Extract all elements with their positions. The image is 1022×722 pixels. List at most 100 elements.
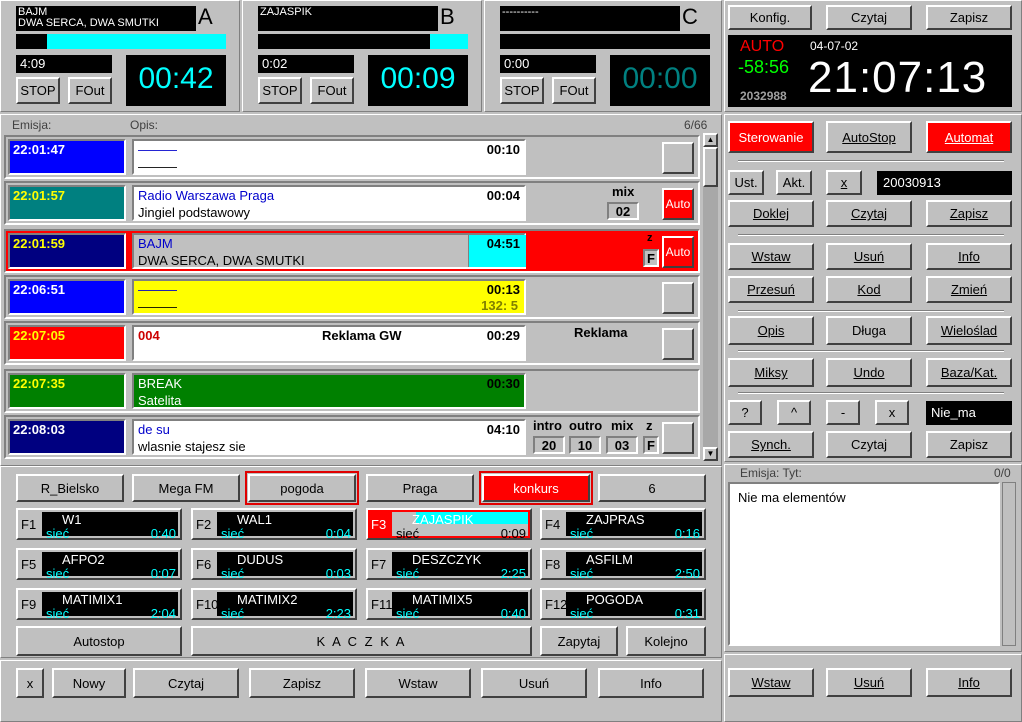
- cart-button-f11[interactable]: F11 MATIMIX5 sieć 0:40: [366, 588, 532, 621]
- zapisz-button[interactable]: Zapisz: [249, 668, 355, 698]
- wstaw-button[interactable]: Wstaw: [728, 243, 814, 270]
- group-button-5[interactable]: 6: [598, 474, 706, 502]
- emisja-scrollbar[interactable]: [1002, 482, 1016, 646]
- undo-button[interactable]: Undo: [826, 358, 912, 387]
- minus-button[interactable]: -: [826, 400, 860, 425]
- deck-stop-button[interactable]: STOP: [258, 77, 302, 104]
- zmien-button[interactable]: Zmień: [926, 276, 1012, 303]
- autostop-button[interactable]: Autostop: [16, 626, 182, 656]
- deck-fout-button[interactable]: FOut: [68, 77, 112, 104]
- automat-button[interactable]: Automat: [926, 121, 1012, 153]
- scroll-down-icon[interactable]: ▼: [703, 447, 718, 461]
- row-line1: Radio Warszawa Praga: [138, 188, 275, 203]
- toolbar-usun-button[interactable]: Usuń: [481, 668, 587, 698]
- deck-fout-button[interactable]: FOut: [552, 77, 596, 104]
- playlist-row[interactable]: 22:07:35 BREAK Satelita 00:30: [4, 369, 700, 413]
- playlist-row[interactable]: 22:01:59 BAJM DWA SERCA, DWA SMUTKI 04:51 z F…: [4, 229, 700, 273]
- playlist-row[interactable]: 22:07:05 004 Reklama GW 00:29 Reklama: [4, 321, 700, 365]
- help-button[interactable]: ?: [728, 400, 762, 425]
- group-button-0[interactable]: R_Bielsko: [16, 474, 124, 502]
- deck-stop-button[interactable]: STOP: [16, 77, 60, 104]
- row-time: 22:07:35: [8, 373, 126, 409]
- cart-button-f9[interactable]: F9 MATIMIX1 sieć 2:04: [16, 588, 182, 621]
- zapisz-list-button[interactable]: Zapisz: [926, 200, 1012, 227]
- row-param-value[interactable]: 20: [533, 436, 565, 454]
- czytaj-synch-button[interactable]: Czytaj: [826, 431, 912, 458]
- emisja-usun-button[interactable]: Usuń: [826, 668, 912, 697]
- group-button-4[interactable]: konkurs: [479, 471, 593, 505]
- autostop-toggle-button[interactable]: AutoStop: [826, 121, 912, 153]
- cart-button-f10[interactable]: F10 MATIMIX2 sieć 2:23: [191, 588, 357, 621]
- row-action-button[interactable]: [662, 142, 694, 174]
- kaczka-button[interactable]: K A C Z K A: [191, 626, 532, 656]
- synch-button[interactable]: Synch.: [728, 431, 814, 458]
- playlist-row[interactable]: 22:01:47 ——— ——— 00:10: [4, 135, 700, 179]
- playlist-row[interactable]: 22:01:57 Radio Warszawa Praga Jingiel pods…: [4, 181, 700, 225]
- baza-kat-button[interactable]: Baza/Kat.: [926, 358, 1012, 387]
- nowy-button[interactable]: Nowy: [52, 668, 126, 698]
- emisja-info-button[interactable]: Info: [926, 668, 1012, 697]
- cart-button-f12[interactable]: F12 POGODA sieć 0:31: [540, 588, 706, 621]
- zapisz-config-button[interactable]: Zapisz: [926, 5, 1012, 30]
- group-button-2[interactable]: pogoda: [245, 471, 359, 505]
- toolbar-wstaw-button[interactable]: Wstaw: [365, 668, 471, 698]
- ust-button[interactable]: Ust.: [728, 170, 764, 195]
- cart-button-f3[interactable]: F3 ZAJASPIK sieć 0:09: [366, 508, 532, 541]
- group-button-1[interactable]: Mega FM: [132, 474, 240, 502]
- zapytaj-button[interactable]: Zapytaj: [540, 626, 618, 656]
- cart-source: sieć: [46, 606, 70, 621]
- akt-button[interactable]: Akt.: [776, 170, 812, 195]
- move-up-button[interactable]: ^: [777, 400, 811, 425]
- deck-stop-button[interactable]: STOP: [500, 77, 544, 104]
- toolbar-info-button[interactable]: Info: [598, 668, 704, 698]
- row-param-value[interactable]: 03: [606, 436, 638, 454]
- row-auto-button[interactable]: Auto: [662, 236, 694, 268]
- czytaj-config-button[interactable]: Czytaj: [826, 5, 912, 30]
- row-param-value[interactable]: F: [643, 436, 659, 454]
- group-button-3[interactable]: Praga: [366, 474, 474, 502]
- cart-button-f2[interactable]: F2 WAL1 sieć 0:04: [191, 508, 357, 541]
- czytaj-button[interactable]: Czytaj: [133, 668, 239, 698]
- dluga-button[interactable]: Długa: [826, 316, 912, 345]
- row-action-button[interactable]: [662, 422, 694, 454]
- miksy-button[interactable]: Miksy: [728, 358, 814, 387]
- cart-button-f1[interactable]: F1 W1 sieć 0:40: [16, 508, 182, 541]
- emisja-list[interactable]: Nie ma elementów: [728, 482, 1000, 646]
- kolejno-button[interactable]: Kolejno: [626, 626, 706, 656]
- cart-button-f4[interactable]: F4 ZAJPRAS sieć 0:16: [540, 508, 706, 541]
- cart-source: sieć: [46, 526, 70, 541]
- cart-button-f7[interactable]: F7 DESZCZYK sieć 2:25: [366, 548, 532, 581]
- clear-x-button[interactable]: x: [826, 170, 862, 195]
- przesun-button[interactable]: Przesuń: [728, 276, 814, 303]
- date-field[interactable]: 20030913: [877, 171, 1012, 195]
- playlist-row[interactable]: 22:08:03 de su wlasnie stajesz sie 04:10 int…: [4, 415, 700, 459]
- row-mix-value[interactable]: 02: [607, 202, 639, 220]
- cart-button-f6[interactable]: F6 DUDUS sieć 0:03: [191, 548, 357, 581]
- scroll-thumb[interactable]: [703, 147, 718, 187]
- close-x-button[interactable]: x: [16, 668, 44, 698]
- row-action-button[interactable]: [662, 282, 694, 314]
- row-f-value[interactable]: F: [643, 249, 659, 267]
- wieloslad-button[interactable]: Wieloślad: [926, 316, 1012, 345]
- sterowanie-button[interactable]: Sterowanie: [728, 121, 814, 153]
- doklej-button[interactable]: Doklej: [728, 200, 814, 227]
- usun-button[interactable]: Usuń: [826, 243, 912, 270]
- deck-fout-button[interactable]: FOut: [310, 77, 354, 104]
- cart-button-f8[interactable]: F8 ASFILM sieć 2:50: [540, 548, 706, 581]
- playlist-row[interactable]: 22:06:51 ——— ——— 00:13 132: 5: [4, 275, 700, 319]
- delete-x-button[interactable]: x: [875, 400, 909, 425]
- cart-button-f5[interactable]: F5 AFPO2 sieć 0:07: [16, 548, 182, 581]
- info-button[interactable]: Info: [926, 243, 1012, 270]
- zapisz-synch-button[interactable]: Zapisz: [926, 431, 1012, 458]
- opis-button[interactable]: Opis: [728, 316, 814, 345]
- row-auto-button[interactable]: Auto: [662, 188, 694, 220]
- kod-button[interactable]: Kod: [826, 276, 912, 303]
- usun-label: Usuń: [853, 249, 885, 264]
- row-action-button[interactable]: [662, 328, 694, 360]
- scroll-up-icon[interactable]: ▲: [703, 133, 718, 147]
- playlist-scrollbar[interactable]: ▲ ▼: [703, 133, 718, 461]
- row-param-value[interactable]: 10: [569, 436, 601, 454]
- emisja-wstaw-button[interactable]: Wstaw: [728, 668, 814, 697]
- czytaj-list-button[interactable]: Czytaj: [826, 200, 912, 227]
- konfig-button[interactable]: Konfig.: [728, 5, 812, 30]
